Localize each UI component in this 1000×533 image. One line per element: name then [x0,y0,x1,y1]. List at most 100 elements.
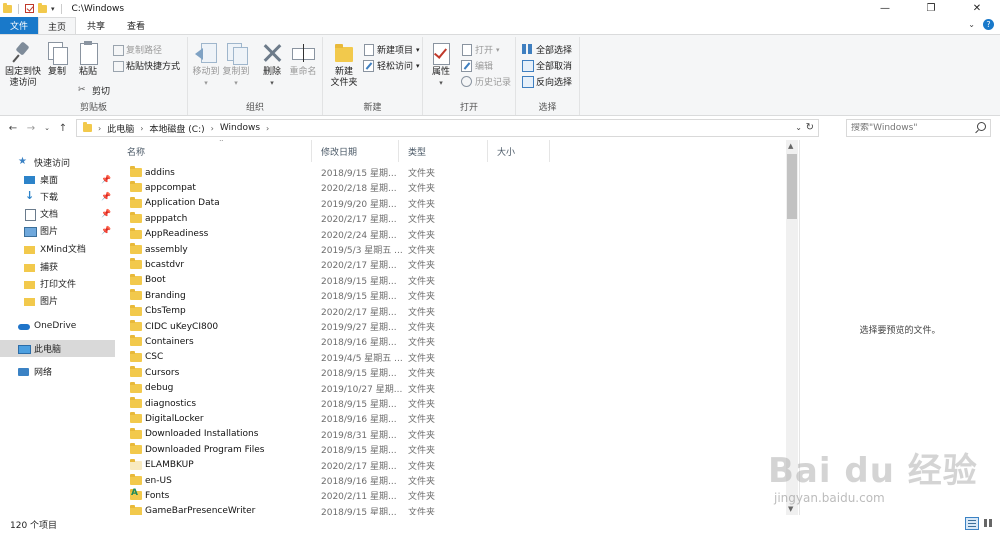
properties-button[interactable]: 属性 ▾ [429,41,453,89]
tab-home[interactable]: 主页 [38,17,76,34]
nav-documents[interactable]: 文档 📌 [0,205,115,222]
customize-toolbar-icon[interactable]: ▾ [51,5,55,13]
table-row[interactable]: apppatch 2020/2/17 星期... 文件夹 [118,211,786,226]
nav-quick-access[interactable]: 快速访问 [0,154,115,171]
breadcrumb-this-pc[interactable]: 此电脑 [107,122,134,135]
nav-xmind[interactable]: XMind文档 [0,240,115,257]
copy-path-button[interactable]: 复制路径 [112,43,162,56]
breadcrumb-separator-icon[interactable]: › [140,124,143,133]
tab-file[interactable]: 文件 [0,17,38,34]
quick-access-toolbar: ▾ [0,2,64,14]
table-row[interactable]: appcompat 2020/2/18 星期... 文件夹 [118,180,786,195]
forward-button[interactable]: → [24,123,38,134]
select-none-button[interactable]: 全部取消 [522,59,572,72]
nav-pictures-folder[interactable]: 图片 [0,292,115,309]
delete-button[interactable]: 删除 ▾ [260,41,284,89]
open-button[interactable]: 打开 ▾ [461,43,500,56]
group-open: 属性 ▾ 打开 ▾ 编辑 历史记录 打开 [423,37,516,115]
table-row[interactable]: GameBarPresenceWriter 2018/9/15 星期... 文件夹 [118,504,786,515]
nav-network[interactable]: 网络 [0,363,115,380]
address-bar[interactable]: › 此电脑 › 本地磁盘 (C:) › Windows › ⌄ ↻ [76,119,819,137]
table-row[interactable]: ELAMBKUP 2020/2/17 星期... 文件夹 [118,458,786,473]
nav-this-pc[interactable]: 此电脑 [0,340,115,357]
refresh-icon[interactable]: ↻ [806,122,814,133]
desktop-icon [24,175,35,185]
table-row[interactable]: Application Data 2019/9/20 星期... 文件夹 [118,196,786,211]
search-icon[interactable] [977,122,986,131]
table-row[interactable]: AppReadiness 2020/2/24 星期... 文件夹 [118,227,786,242]
table-row[interactable]: Downloaded Program Files 2018/9/15 星期... 文… [118,442,786,457]
table-row[interactable]: Branding 2018/9/15 星期... 文件夹 [118,288,786,303]
select-none-icon [522,60,534,72]
new-item-button[interactable]: 新建项目 ▾ [363,43,420,56]
breadcrumb-windows[interactable]: Windows [220,123,260,133]
search-box[interactable] [846,119,991,137]
column-header-size[interactable]: 大小 [488,140,550,162]
details-view-button[interactable] [965,517,979,530]
move-to-button[interactable]: 移动到 ▾ [192,41,220,89]
copy-button[interactable]: 复制 [45,41,69,78]
restore-button[interactable]: ❐ [908,0,954,17]
new-folder-button[interactable]: 新建 文件夹 [327,41,361,89]
close-button[interactable]: ✕ [954,0,1000,17]
nav-desktop[interactable]: 桌面 📌 [0,171,115,188]
invert-selection-button[interactable]: 反向选择 [522,75,572,88]
table-row[interactable]: CbsTemp 2020/2/17 星期... 文件夹 [118,304,786,319]
table-row[interactable]: Fonts 2020/2/11 星期... 文件夹 [118,488,786,503]
scrollbar-thumb[interactable] [787,154,797,219]
new-folder-icon[interactable] [38,2,47,13]
table-row[interactable]: bcastdvr 2020/2/17 星期... 文件夹 [118,257,786,272]
back-button[interactable]: ← [6,123,20,134]
search-input[interactable] [851,123,971,133]
pin-quick-access-button[interactable]: 固定到快 速访问 [4,41,42,89]
large-icons-view-button[interactable] [982,517,996,530]
edit-button[interactable]: 编辑 [461,59,493,72]
tab-view[interactable]: 查看 [116,17,156,34]
minimize-button[interactable]: — [862,0,908,17]
table-row[interactable]: DigitalLocker 2018/9/16 星期... 文件夹 [118,411,786,426]
table-row[interactable]: debug 2019/10/27 星期... 文件夹 [118,381,786,396]
select-all-button[interactable]: 全部选择 [522,43,572,56]
breadcrumb-separator-icon[interactable]: › [98,124,101,133]
nav-pictures[interactable]: 图片 📌 [0,222,115,239]
file-date: 2020/2/17 星期... [321,461,397,472]
table-row[interactable]: en-US 2018/9/16 星期... 文件夹 [118,473,786,488]
history-button[interactable]: 历史记录 [461,75,511,88]
cut-button[interactable]: ✂ 剪切 [78,84,110,97]
scroll-up-icon[interactable]: ▲ [788,142,793,150]
paste-shortcut-button[interactable]: 粘贴快捷方式 [112,59,180,72]
table-row[interactable]: assembly 2019/5/3 星期五 ... 文件夹 [118,242,786,257]
tab-share[interactable]: 共享 [76,17,116,34]
table-row[interactable]: CIDC uKeyCI800 2019/9/27 星期... 文件夹 [118,319,786,334]
table-row[interactable]: diagnostics 2018/9/15 星期... 文件夹 [118,396,786,411]
properties-icon[interactable] [25,4,34,13]
address-dropdown-icon[interactable]: ⌄ [795,123,802,132]
nav-downloads[interactable]: 下载 📌 [0,188,115,205]
nav-print-files[interactable]: 打印文件 [0,275,115,292]
rename-button[interactable]: 重命名 [289,41,317,78]
recent-locations-button[interactable]: ⌄ [40,124,54,132]
copy-to-button[interactable]: 复制到 ▾ [222,41,250,89]
nav-capture[interactable]: 捕获 [0,258,115,275]
group-organize: 移动到 ▾ 复制到 ▾ 删除 ▾ 重命名 组织 [188,37,323,115]
breadcrumb-local-disk[interactable]: 本地磁盘 (C:) [149,122,204,135]
file-type: 文件夹 [408,338,436,349]
breadcrumb-separator-icon[interactable]: › [266,124,269,133]
table-row[interactable]: addins 2018/9/15 星期... 文件夹 [118,165,786,180]
up-button[interactable]: ↑ [56,123,70,134]
help-icon[interactable]: ? [983,19,994,30]
table-row[interactable]: Cursors 2018/9/15 星期... 文件夹 [118,365,786,380]
table-row[interactable]: Boot 2018/9/15 星期... 文件夹 [118,273,786,288]
file-name: CSC [145,352,164,363]
nav-onedrive[interactable]: OneDrive [0,317,115,334]
column-header-type[interactable]: 类型 [399,140,488,162]
table-row[interactable]: CSC 2019/4/5 星期五 ... 文件夹 [118,350,786,365]
breadcrumb-separator-icon[interactable]: › [211,124,214,133]
column-header-name[interactable]: 名称 [118,140,312,162]
table-row[interactable]: Containers 2018/9/16 星期... 文件夹 [118,334,786,349]
column-header-date[interactable]: 修改日期 [312,140,399,162]
easy-access-button[interactable]: 轻松访问 ▾ [363,59,420,72]
collapse-ribbon-icon[interactable]: ⌄ [968,20,975,29]
table-row[interactable]: Downloaded Installations 2019/8/31 星期... 文… [118,427,786,442]
paste-button[interactable]: 粘贴 [76,41,100,78]
